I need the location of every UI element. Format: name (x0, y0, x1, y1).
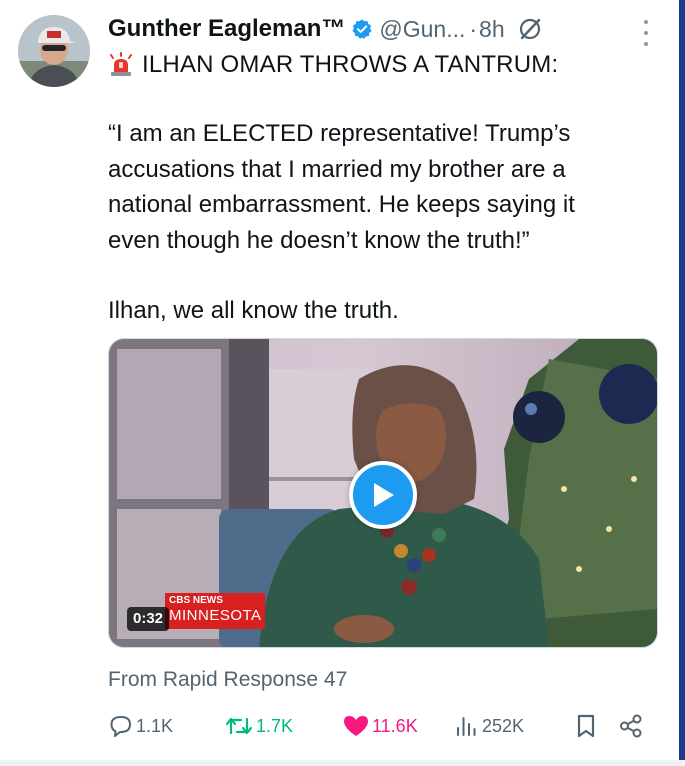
body-line: even though he doesn’t know the truth!” (108, 226, 530, 254)
network-badge: CBS NEWS MINNESOTA (165, 593, 265, 629)
separator: · (469, 15, 478, 42)
verified-badge-icon (351, 18, 373, 40)
avatar-image (18, 15, 90, 87)
video-player[interactable]: CBS NEWS MINNESOTA 0:32 (108, 338, 658, 648)
post-header: Gunther Eagleman™ @Gun... · 8h (108, 14, 543, 44)
repost-button[interactable]: 1.7K (224, 710, 293, 742)
avatar[interactable] (18, 15, 90, 87)
bookmark-button[interactable] (574, 710, 598, 742)
network-region: MINNESOTA (169, 607, 262, 624)
author-name[interactable]: Gunther Eagleman™ (108, 15, 345, 43)
heart-icon (344, 716, 368, 736)
grok-icon[interactable] (517, 16, 543, 42)
play-icon (374, 483, 394, 507)
body-line: “I am an ELECTED representative! Trump’s (108, 120, 571, 147)
play-button[interactable] (349, 461, 417, 529)
post-view: Gunther Eagleman™ @Gun... · 8h ILHAN OMA… (0, 0, 685, 766)
views-button[interactable]: 252K (454, 710, 524, 742)
views-count: 252K (482, 715, 525, 736)
window-edge (679, 0, 685, 766)
bottom-divider (0, 760, 685, 766)
action-bar: 1.1K 1.7K 11.6K 252K (108, 710, 648, 742)
headline-text: ILHAN OMAR THROWS A TANTRUM: (142, 51, 559, 78)
share-button[interactable] (618, 710, 644, 742)
siren-emoji-icon (108, 52, 134, 78)
body-line: accusations that I married my brother ar… (108, 155, 566, 183)
reply-count: 1.1K (136, 715, 174, 736)
more-options-icon[interactable] (641, 20, 651, 46)
like-button[interactable]: 11.6K (342, 710, 418, 742)
video-duration: 0:32 (127, 607, 170, 631)
post-headline: ILHAN OMAR THROWS A TANTRUM: (108, 50, 558, 80)
views-icon (457, 717, 476, 736)
reply-icon (110, 716, 131, 737)
reply-button[interactable]: 1.1K (108, 710, 173, 742)
post-body: “I am an ELECTED representative! Trump’s… (108, 116, 668, 329)
like-count: 11.6K (372, 715, 418, 736)
share-icon (620, 714, 642, 738)
repost-icon (225, 717, 253, 735)
repost-count: 1.7K (256, 715, 294, 736)
body-line: national embarrassment. He keeps saying … (108, 191, 575, 219)
network-name: CBS NEWS (169, 595, 223, 606)
closing-line: Ilhan, we all know the truth. (108, 297, 399, 325)
media-source[interactable]: From Rapid Response 47 (108, 668, 347, 692)
post-time[interactable]: 8h (479, 16, 505, 43)
author-handle[interactable]: @Gun... (379, 16, 465, 43)
bookmark-icon (577, 714, 595, 738)
